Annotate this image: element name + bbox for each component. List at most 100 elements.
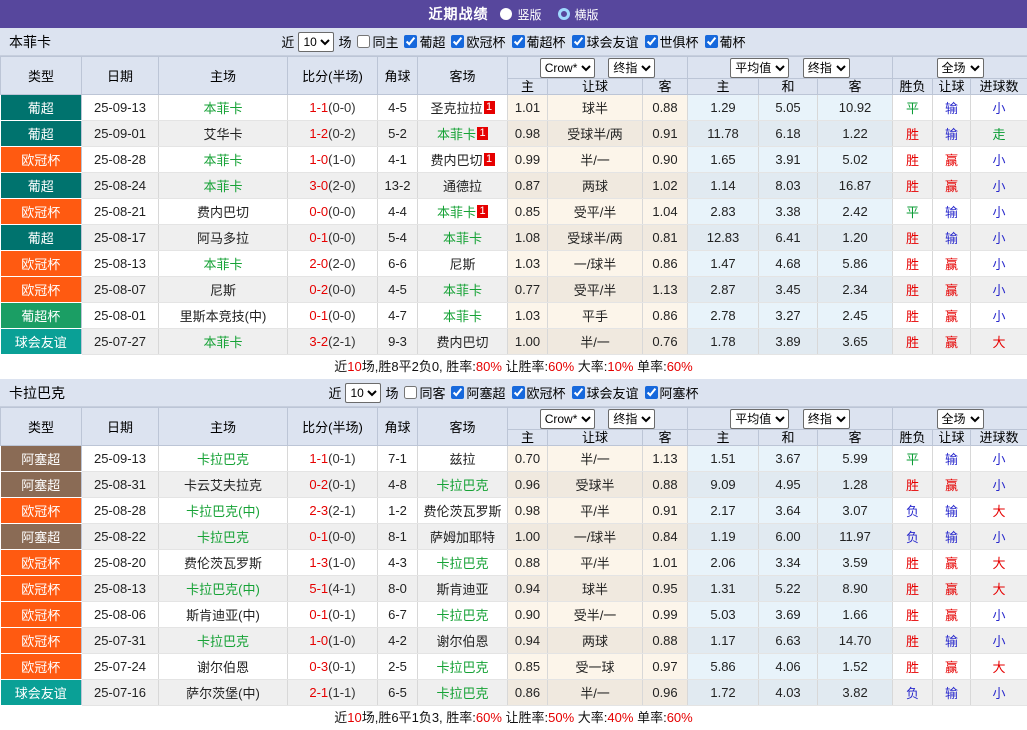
goals-result-cell: 大 bbox=[971, 329, 1027, 355]
halftime-score: (1-0) bbox=[328, 633, 355, 648]
halftime-score: (0-0) bbox=[328, 282, 355, 297]
league-filter[interactable]: 欧冠杯 bbox=[506, 383, 566, 402]
radio-vertical-label: 竖版 bbox=[517, 6, 541, 23]
handicap-cell: 平手 bbox=[548, 303, 643, 329]
league-checkbox[interactable] bbox=[404, 35, 417, 48]
match-count-select[interactable]: 10 bbox=[345, 383, 381, 403]
match-count-select[interactable]: 10 bbox=[298, 32, 334, 52]
crow-away-cell: 0.88 bbox=[643, 95, 688, 121]
average-select[interactable]: 平均值 bbox=[730, 409, 789, 429]
same-venue-filter[interactable]: 同客 bbox=[398, 383, 445, 402]
same-venue-filter[interactable]: 同主 bbox=[351, 32, 398, 51]
crow-home-cell: 0.85 bbox=[508, 654, 548, 680]
home-team: 卡云艾夫拉克 bbox=[159, 472, 288, 498]
bookmaker-final-select[interactable]: 终指 bbox=[608, 409, 655, 429]
handicap-result-cell: 赢 bbox=[933, 654, 971, 680]
fulltime-score: 1-2 bbox=[309, 126, 328, 141]
same-venue-label: 同主 bbox=[372, 32, 398, 51]
avg-home-cell: 12.83 bbox=[688, 225, 759, 251]
league-checkbox[interactable] bbox=[645, 386, 658, 399]
scope-select[interactable]: 全场 bbox=[937, 409, 984, 429]
away-team-name: 谢尔伯恩 bbox=[436, 634, 488, 649]
handicap-result-cell: 赢 bbox=[933, 303, 971, 329]
scope-select[interactable]: 全场 bbox=[937, 58, 984, 78]
result-cell: 胜 bbox=[893, 329, 933, 355]
crow-home-cell: 0.94 bbox=[508, 628, 548, 654]
avg-draw-cell: 3.91 bbox=[759, 147, 818, 173]
bookmaker-select[interactable]: Crow* bbox=[540, 409, 595, 429]
league-checkbox[interactable] bbox=[451, 386, 464, 399]
match-row: 葡超杯25-08-01里斯本竞技(中)0-1(0-0)4-7本菲卡1.03平手0… bbox=[1, 303, 1027, 329]
fulltime-score: 5-1 bbox=[309, 581, 328, 596]
match-date: 25-08-31 bbox=[82, 472, 159, 498]
avg-home-cell: 1.51 bbox=[688, 446, 759, 472]
avg-home-cell: 2.06 bbox=[688, 550, 759, 576]
score-cell: 2-0(2-0) bbox=[288, 251, 378, 277]
crow-home-cell: 1.03 bbox=[508, 303, 548, 329]
league-filter[interactable]: 世俱杯 bbox=[639, 32, 699, 51]
fulltime-score: 1-1 bbox=[309, 100, 328, 115]
league-filter[interactable]: 球会友谊 bbox=[566, 383, 639, 402]
halftime-score: (0-1) bbox=[328, 477, 355, 492]
fulltime-score: 0-3 bbox=[309, 659, 328, 674]
col-header-odds-home: 主 bbox=[508, 430, 548, 446]
league-checkbox[interactable] bbox=[705, 35, 718, 48]
league-filter-label: 葡超 bbox=[419, 32, 445, 51]
avg-home-cell: 2.78 bbox=[688, 303, 759, 329]
bookmaker-select[interactable]: Crow* bbox=[540, 58, 595, 78]
league-checkbox[interactable] bbox=[645, 35, 658, 48]
league-filter[interactable]: 阿塞超 bbox=[445, 383, 505, 402]
league-checkbox[interactable] bbox=[512, 386, 525, 399]
corner-score: 8-1 bbox=[378, 524, 418, 550]
handicap-result-cell: 输 bbox=[933, 498, 971, 524]
away-team: 本菲卡1 bbox=[418, 199, 508, 225]
halftime-score: (4-1) bbox=[328, 581, 355, 596]
handicap-result-cell: 赢 bbox=[933, 173, 971, 199]
league-filter[interactable]: 欧冠杯 bbox=[445, 32, 505, 51]
team-name: 本菲卡 bbox=[9, 32, 51, 52]
league-filter[interactable]: 球会友谊 bbox=[566, 32, 639, 51]
league-filter[interactable]: 葡杯 bbox=[699, 32, 746, 51]
radio-horizontal-layout[interactable]: 横版 bbox=[558, 6, 599, 23]
league-checkbox[interactable] bbox=[512, 35, 525, 48]
score-cell: 1-0(1-0) bbox=[288, 628, 378, 654]
fulltime-score: 0-1 bbox=[309, 230, 328, 245]
col-header-odds-away: 客 bbox=[643, 79, 688, 95]
home-team-name: 费伦茨瓦罗斯 bbox=[184, 556, 262, 571]
score-cell: 0-2(0-0) bbox=[288, 277, 378, 303]
radio-selected-icon bbox=[500, 8, 512, 20]
league-checkbox[interactable] bbox=[572, 35, 585, 48]
league-filter[interactable]: 葡超 bbox=[398, 32, 445, 51]
matches-table: 类型 日期 主场 比分(半场) 角球 客场 Crow* 终指 平均值 终指 bbox=[0, 407, 1027, 706]
league-checkbox[interactable] bbox=[451, 35, 464, 48]
goals-result-cell: 小 bbox=[971, 524, 1027, 550]
radio-vertical-layout[interactable]: 竖版 bbox=[500, 6, 541, 23]
summary-segment: 单率: bbox=[633, 359, 666, 374]
fulltime-score: 0-2 bbox=[309, 282, 328, 297]
col-header-corner: 角球 bbox=[378, 57, 418, 95]
league-filter[interactable]: 葡超杯 bbox=[506, 32, 566, 51]
score-cell: 1-1(0-0) bbox=[288, 95, 378, 121]
average-final-select[interactable]: 终指 bbox=[803, 58, 850, 78]
avg-away-cell: 14.70 bbox=[818, 628, 893, 654]
home-team: 卡拉巴克(中) bbox=[159, 498, 288, 524]
average-final-select[interactable]: 终指 bbox=[803, 409, 850, 429]
avg-away-cell: 5.99 bbox=[818, 446, 893, 472]
same-venue-checkbox[interactable] bbox=[404, 386, 417, 399]
bookmaker-final-select[interactable]: 终指 bbox=[608, 58, 655, 78]
league-filter[interactable]: 阿塞杯 bbox=[639, 383, 699, 402]
goals-result-cell: 大 bbox=[971, 498, 1027, 524]
radio-horizontal-label: 横版 bbox=[575, 6, 599, 23]
same-venue-checkbox[interactable] bbox=[357, 35, 370, 48]
scope-header-cell: 全场 bbox=[893, 57, 1027, 79]
goals-result-cell: 小 bbox=[971, 147, 1027, 173]
goals-result-cell: 小 bbox=[971, 472, 1027, 498]
fulltime-score: 3-0 bbox=[309, 178, 328, 193]
average-select[interactable]: 平均值 bbox=[730, 58, 789, 78]
league-checkbox[interactable] bbox=[572, 386, 585, 399]
summary-segment: 60% bbox=[667, 710, 693, 725]
match-date: 25-09-13 bbox=[82, 446, 159, 472]
avg-home-cell: 1.19 bbox=[688, 524, 759, 550]
home-team: 本菲卡 bbox=[159, 95, 288, 121]
avg-away-cell: 1.52 bbox=[818, 654, 893, 680]
